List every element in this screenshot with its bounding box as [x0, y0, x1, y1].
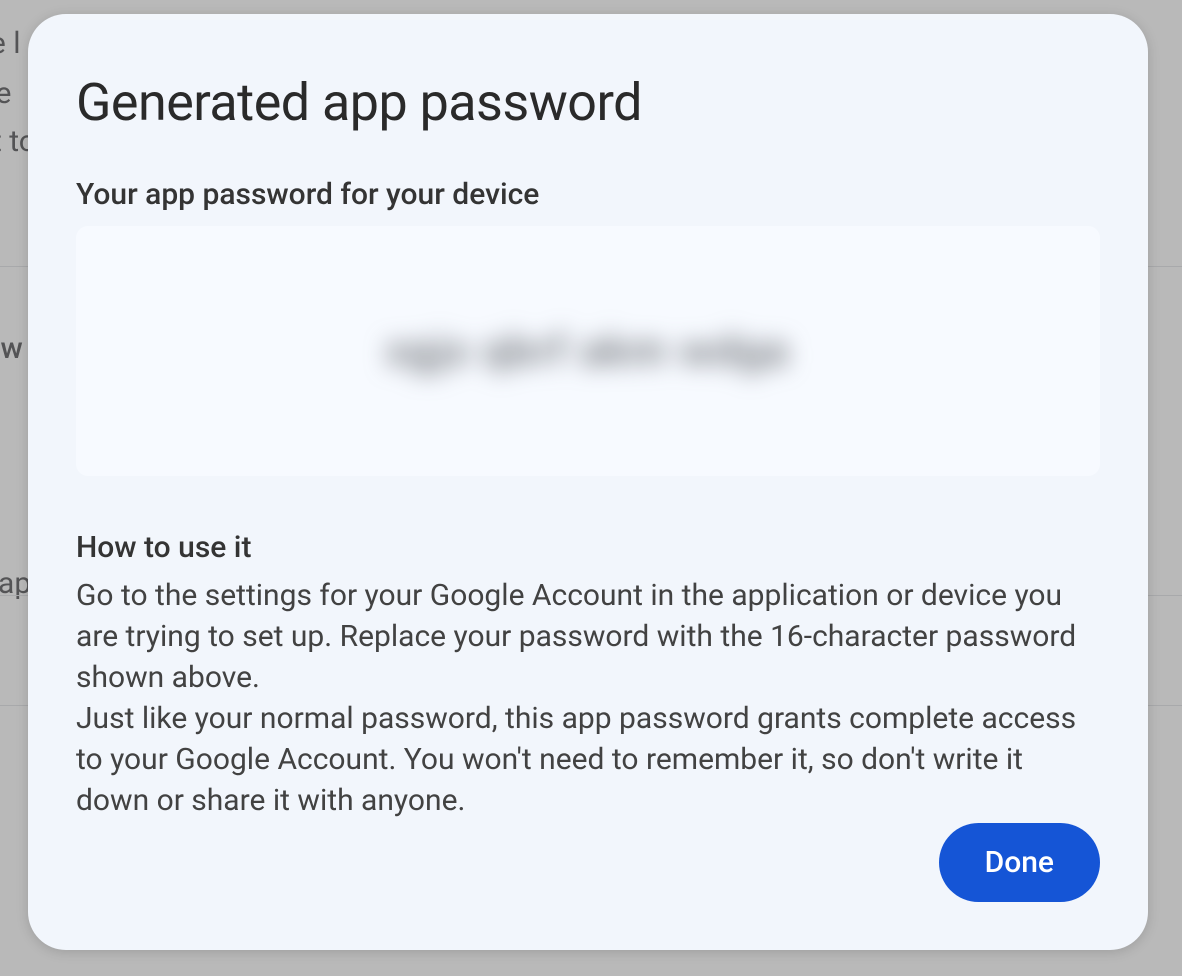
app-password-value: xgjx qbrf akm wdga — [386, 327, 789, 376]
done-button[interactable]: Done — [939, 823, 1100, 902]
howto-body: Go to the settings for your Google Accou… — [76, 575, 1100, 822]
generated-app-password-dialog: Generated app password Your app password… — [28, 14, 1148, 950]
howto-title: How to use it — [76, 530, 1100, 565]
dialog-title: Generated app password — [76, 72, 1100, 133]
password-section-label: Your app password for your device — [76, 177, 1100, 212]
dialog-actions: Done — [939, 823, 1100, 902]
app-password-display[interactable]: xgjx qbrf akm wdga — [76, 226, 1100, 476]
